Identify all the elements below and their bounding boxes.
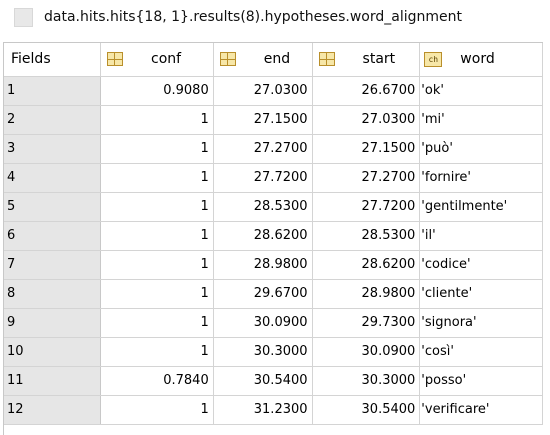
cell-word[interactable]: 'signora' <box>419 308 543 338</box>
column-header-conf[interactable]: conf <box>100 43 214 77</box>
table-row: 10 1 30.3000 30.0900'così' <box>4 337 543 367</box>
cell-end[interactable]: 28.5300 <box>213 192 313 222</box>
row-index-header[interactable]: 9 <box>4 308 102 338</box>
table-row: 3 1 27.2700 27.1500'può' <box>4 134 543 164</box>
cell-word[interactable]: 'ok' <box>419 76 543 106</box>
variable-path-title: data.hits.hits{18, 1}.results(8).hypothe… <box>44 9 462 25</box>
cell-word[interactable]: 'mi' <box>419 105 543 135</box>
row-index-header[interactable]: 10 <box>4 337 102 367</box>
numeric-variable-icon <box>318 52 335 67</box>
cell-start[interactable]: 27.0300 <box>312 105 421 135</box>
row-index-header[interactable]: 1 <box>4 76 102 106</box>
cell-start[interactable]: 30.0900 <box>312 337 421 367</box>
cell-end[interactable]: 27.1500 <box>213 105 313 135</box>
row-index-header[interactable]: 8 <box>4 279 102 309</box>
column-label: conf <box>151 51 182 68</box>
row-index-header[interactable]: 5 <box>4 192 102 222</box>
cell-end[interactable]: 28.6200 <box>213 221 313 251</box>
table-row: 4 1 27.7200 27.2700'fornire' <box>4 163 543 193</box>
cell-conf[interactable]: 1 <box>100 192 214 222</box>
cell-word[interactable]: 'cliente' <box>419 279 543 309</box>
cell-start[interactable]: 30.5400 <box>312 395 421 425</box>
cell-end[interactable]: 30.3000 <box>213 337 313 367</box>
table-row: 8 1 29.6700 28.9800'cliente' <box>4 279 543 309</box>
data-table: Fields conf end start ch word 1 0.9080 2… <box>4 43 543 425</box>
column-header-end[interactable]: end <box>213 43 313 77</box>
cell-end[interactable]: 27.2700 <box>213 134 313 164</box>
cell-word[interactable]: 'fornire' <box>419 163 543 193</box>
cell-conf[interactable]: 1 <box>100 163 214 193</box>
cell-word[interactable]: 'può' <box>419 134 543 164</box>
cell-conf[interactable]: 0.9080 <box>100 76 214 106</box>
cell-end[interactable]: 30.0900 <box>213 308 313 338</box>
cell-word[interactable]: 'codice' <box>419 250 543 280</box>
cell-end[interactable]: 29.6700 <box>213 279 313 309</box>
variable-icon <box>14 8 33 27</box>
cell-conf[interactable]: 1 <box>100 105 214 135</box>
cell-end[interactable]: 31.2300 <box>213 395 313 425</box>
cell-end[interactable]: 27.0300 <box>213 76 313 106</box>
cell-end[interactable]: 28.9800 <box>213 250 313 280</box>
row-index-header[interactable]: 12 <box>4 395 102 425</box>
cell-word[interactable]: 'così' <box>419 337 543 367</box>
row-index-header[interactable]: 7 <box>4 250 102 280</box>
table-row: 11 0.7840 30.5400 30.3000'posso' <box>4 366 543 396</box>
table-row: 1 0.9080 27.0300 26.6700'ok' <box>4 76 543 106</box>
cell-start[interactable]: 27.1500 <box>312 134 421 164</box>
row-index-header[interactable]: 6 <box>4 221 102 251</box>
row-index-header[interactable]: 4 <box>4 163 102 193</box>
cell-start[interactable]: 29.7300 <box>312 308 421 338</box>
cell-start[interactable]: 27.2700 <box>312 163 421 193</box>
fields-corner-header[interactable]: Fields <box>4 43 102 77</box>
row-index-header[interactable]: 2 <box>4 105 102 135</box>
numeric-variable-icon <box>107 52 124 67</box>
cell-conf[interactable]: 1 <box>100 337 214 367</box>
column-label: word <box>460 51 495 68</box>
cell-end[interactable]: 30.5400 <box>213 366 313 396</box>
table-row: 2 1 27.1500 27.0300'mi' <box>4 105 543 135</box>
table-row: 7 1 28.9800 28.6200'codice' <box>4 250 543 280</box>
row-index-header[interactable]: 3 <box>4 134 102 164</box>
table-row: 12 1 31.2300 30.5400'verificare' <box>4 395 543 425</box>
cell-conf[interactable]: 0.7840 <box>100 366 214 396</box>
cell-start[interactable]: 27.7200 <box>312 192 421 222</box>
cell-start[interactable]: 28.5300 <box>312 221 421 251</box>
cell-conf[interactable]: 1 <box>100 221 214 251</box>
row-index-header[interactable]: 11 <box>4 366 102 396</box>
variable-editor-titlebar: data.hits.hits{18, 1}.results(8).hypothe… <box>0 0 550 34</box>
cell-end[interactable]: 27.7200 <box>213 163 313 193</box>
table-row: 6 1 28.6200 28.5300'il' <box>4 221 543 251</box>
column-header-word[interactable]: ch word <box>419 43 543 77</box>
cell-conf[interactable]: 1 <box>100 308 214 338</box>
cell-start[interactable]: 26.6700 <box>312 76 421 106</box>
cell-word[interactable]: 'posso' <box>419 366 543 396</box>
table-body: 1 0.9080 27.0300 26.6700'ok' 2 1 27.1500 27.030… <box>4 76 543 425</box>
cell-conf[interactable]: 1 <box>100 279 214 309</box>
struct-array-grid[interactable]: Fields conf end start ch word 1 0.9080 2… <box>3 42 543 435</box>
cell-conf[interactable]: 1 <box>100 134 214 164</box>
numeric-variable-icon <box>219 52 236 67</box>
cell-start[interactable]: 28.9800 <box>312 279 421 309</box>
cell-conf[interactable]: 1 <box>100 395 214 425</box>
column-header-start[interactable]: start <box>312 43 421 77</box>
column-label: end <box>263 51 291 68</box>
cell-word[interactable]: 'verificare' <box>419 395 543 425</box>
table-row: 5 1 28.5300 27.7200'gentilmente' <box>4 192 543 222</box>
cell-start[interactable]: 30.3000 <box>312 366 421 396</box>
cell-word[interactable]: 'il' <box>419 221 543 251</box>
header-row: Fields conf end start ch word <box>4 43 543 77</box>
table-row: 9 1 30.0900 29.7300'signora' <box>4 308 543 338</box>
cell-conf[interactable]: 1 <box>100 250 214 280</box>
column-label: start <box>362 51 396 68</box>
cell-word[interactable]: 'gentilmente' <box>419 192 543 222</box>
char-array-icon: ch <box>424 51 443 67</box>
cell-start[interactable]: 28.6200 <box>312 250 421 280</box>
